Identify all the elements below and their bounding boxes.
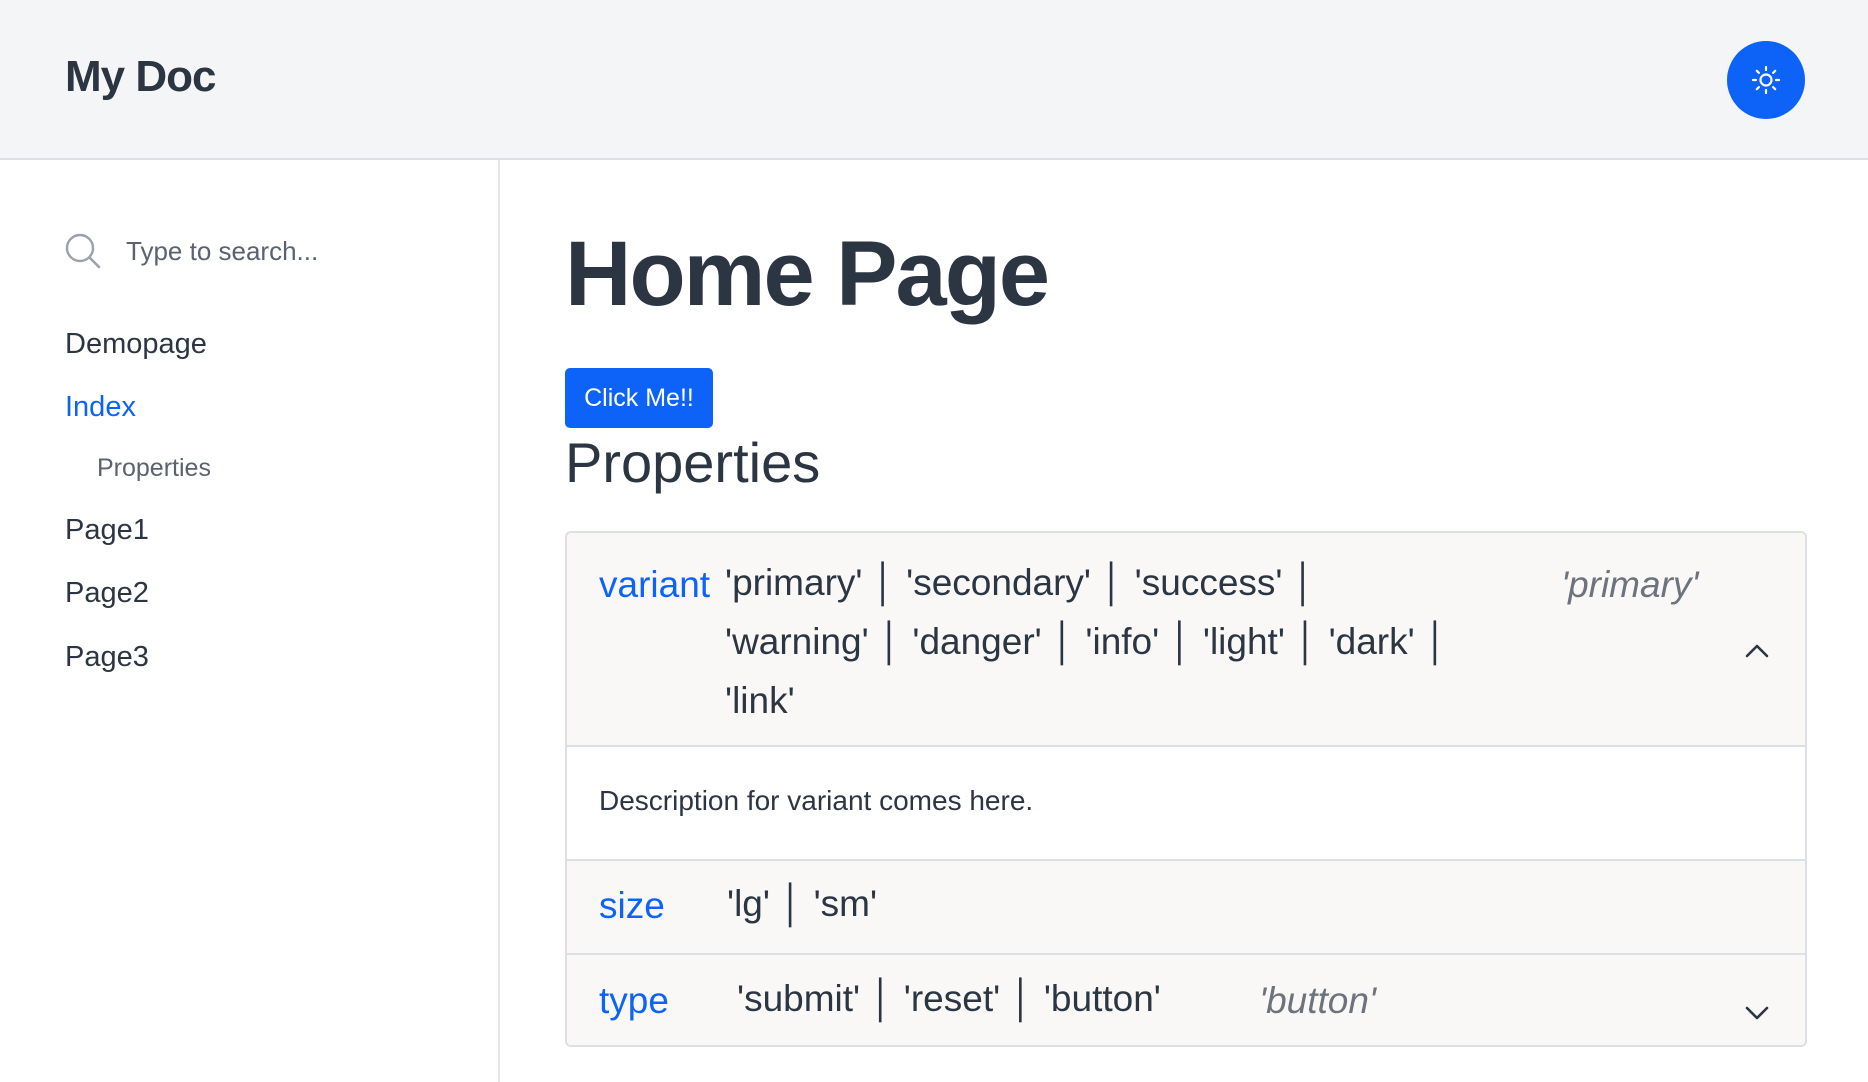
section-title-properties: Properties: [565, 431, 821, 494]
property-description-variant: Description for variant comes here.: [567, 747, 1805, 859]
sidebar-item-index[interactable]: Index: [65, 393, 136, 422]
top-header: My Doc: [0, 0, 1868, 160]
sidebar-subitem-properties[interactable]: Properties: [97, 456, 211, 481]
click-me-button[interactable]: Click Me!!: [565, 368, 713, 428]
property-types: 'primary' │ 'secondary' │ 'success' │ 'w…: [725, 553, 1448, 730]
sidebar: [0, 160, 500, 1082]
property-default: 'primary': [1561, 564, 1699, 605]
property-name: variant: [599, 564, 711, 605]
sidebar-item-demopage[interactable]: Demopage: [65, 330, 207, 359]
properties-table: variant 'primary' │ 'secondary' │ 'succe…: [565, 531, 1807, 1047]
property-types-line: 'submit' │ 'reset' │ 'button': [737, 978, 1161, 1019]
chevron-up-icon[interactable]: [1741, 635, 1773, 667]
property-types-line: 'primary' │ 'secondary' │ 'success' │: [725, 562, 1316, 603]
sun-icon: [1751, 65, 1781, 95]
property-types-line: 'link': [725, 680, 795, 721]
sidebar-item-page3[interactable]: Page3: [65, 643, 149, 672]
property-name: size: [599, 885, 665, 926]
property-types-line: 'warning' │ 'danger' │ 'info' │ 'light' …: [725, 621, 1449, 662]
search-icon: [65, 233, 101, 269]
property-name: type: [599, 980, 669, 1021]
property-row-size[interactable]: size 'lg' │ 'sm': [567, 861, 1805, 953]
property-types: 'submit' │ 'reset' │ 'button': [737, 969, 1161, 1028]
search-input[interactable]: [124, 230, 428, 272]
property-description-text: Description for variant comes here.: [599, 785, 1034, 816]
sidebar-item-page2[interactable]: Page2: [65, 579, 149, 608]
page-title: Home Page: [565, 223, 1050, 325]
property-row-type[interactable]: type 'submit' │ 'reset' │ 'button' 'butt…: [567, 955, 1805, 1045]
property-types-line: 'lg' │ 'sm': [727, 883, 878, 924]
theme-toggle-button[interactable]: [1727, 41, 1805, 119]
property-row-variant[interactable]: variant 'primary' │ 'secondary' │ 'succe…: [567, 533, 1805, 745]
sidebar-item-page1[interactable]: Page1: [65, 516, 149, 545]
property-types: 'lg' │ 'sm': [727, 874, 877, 933]
chevron-down-icon[interactable]: [1741, 997, 1773, 1029]
site-brand[interactable]: My Doc: [65, 52, 216, 102]
property-default: 'button': [1259, 980, 1376, 1021]
search-box: [64, 228, 444, 272]
